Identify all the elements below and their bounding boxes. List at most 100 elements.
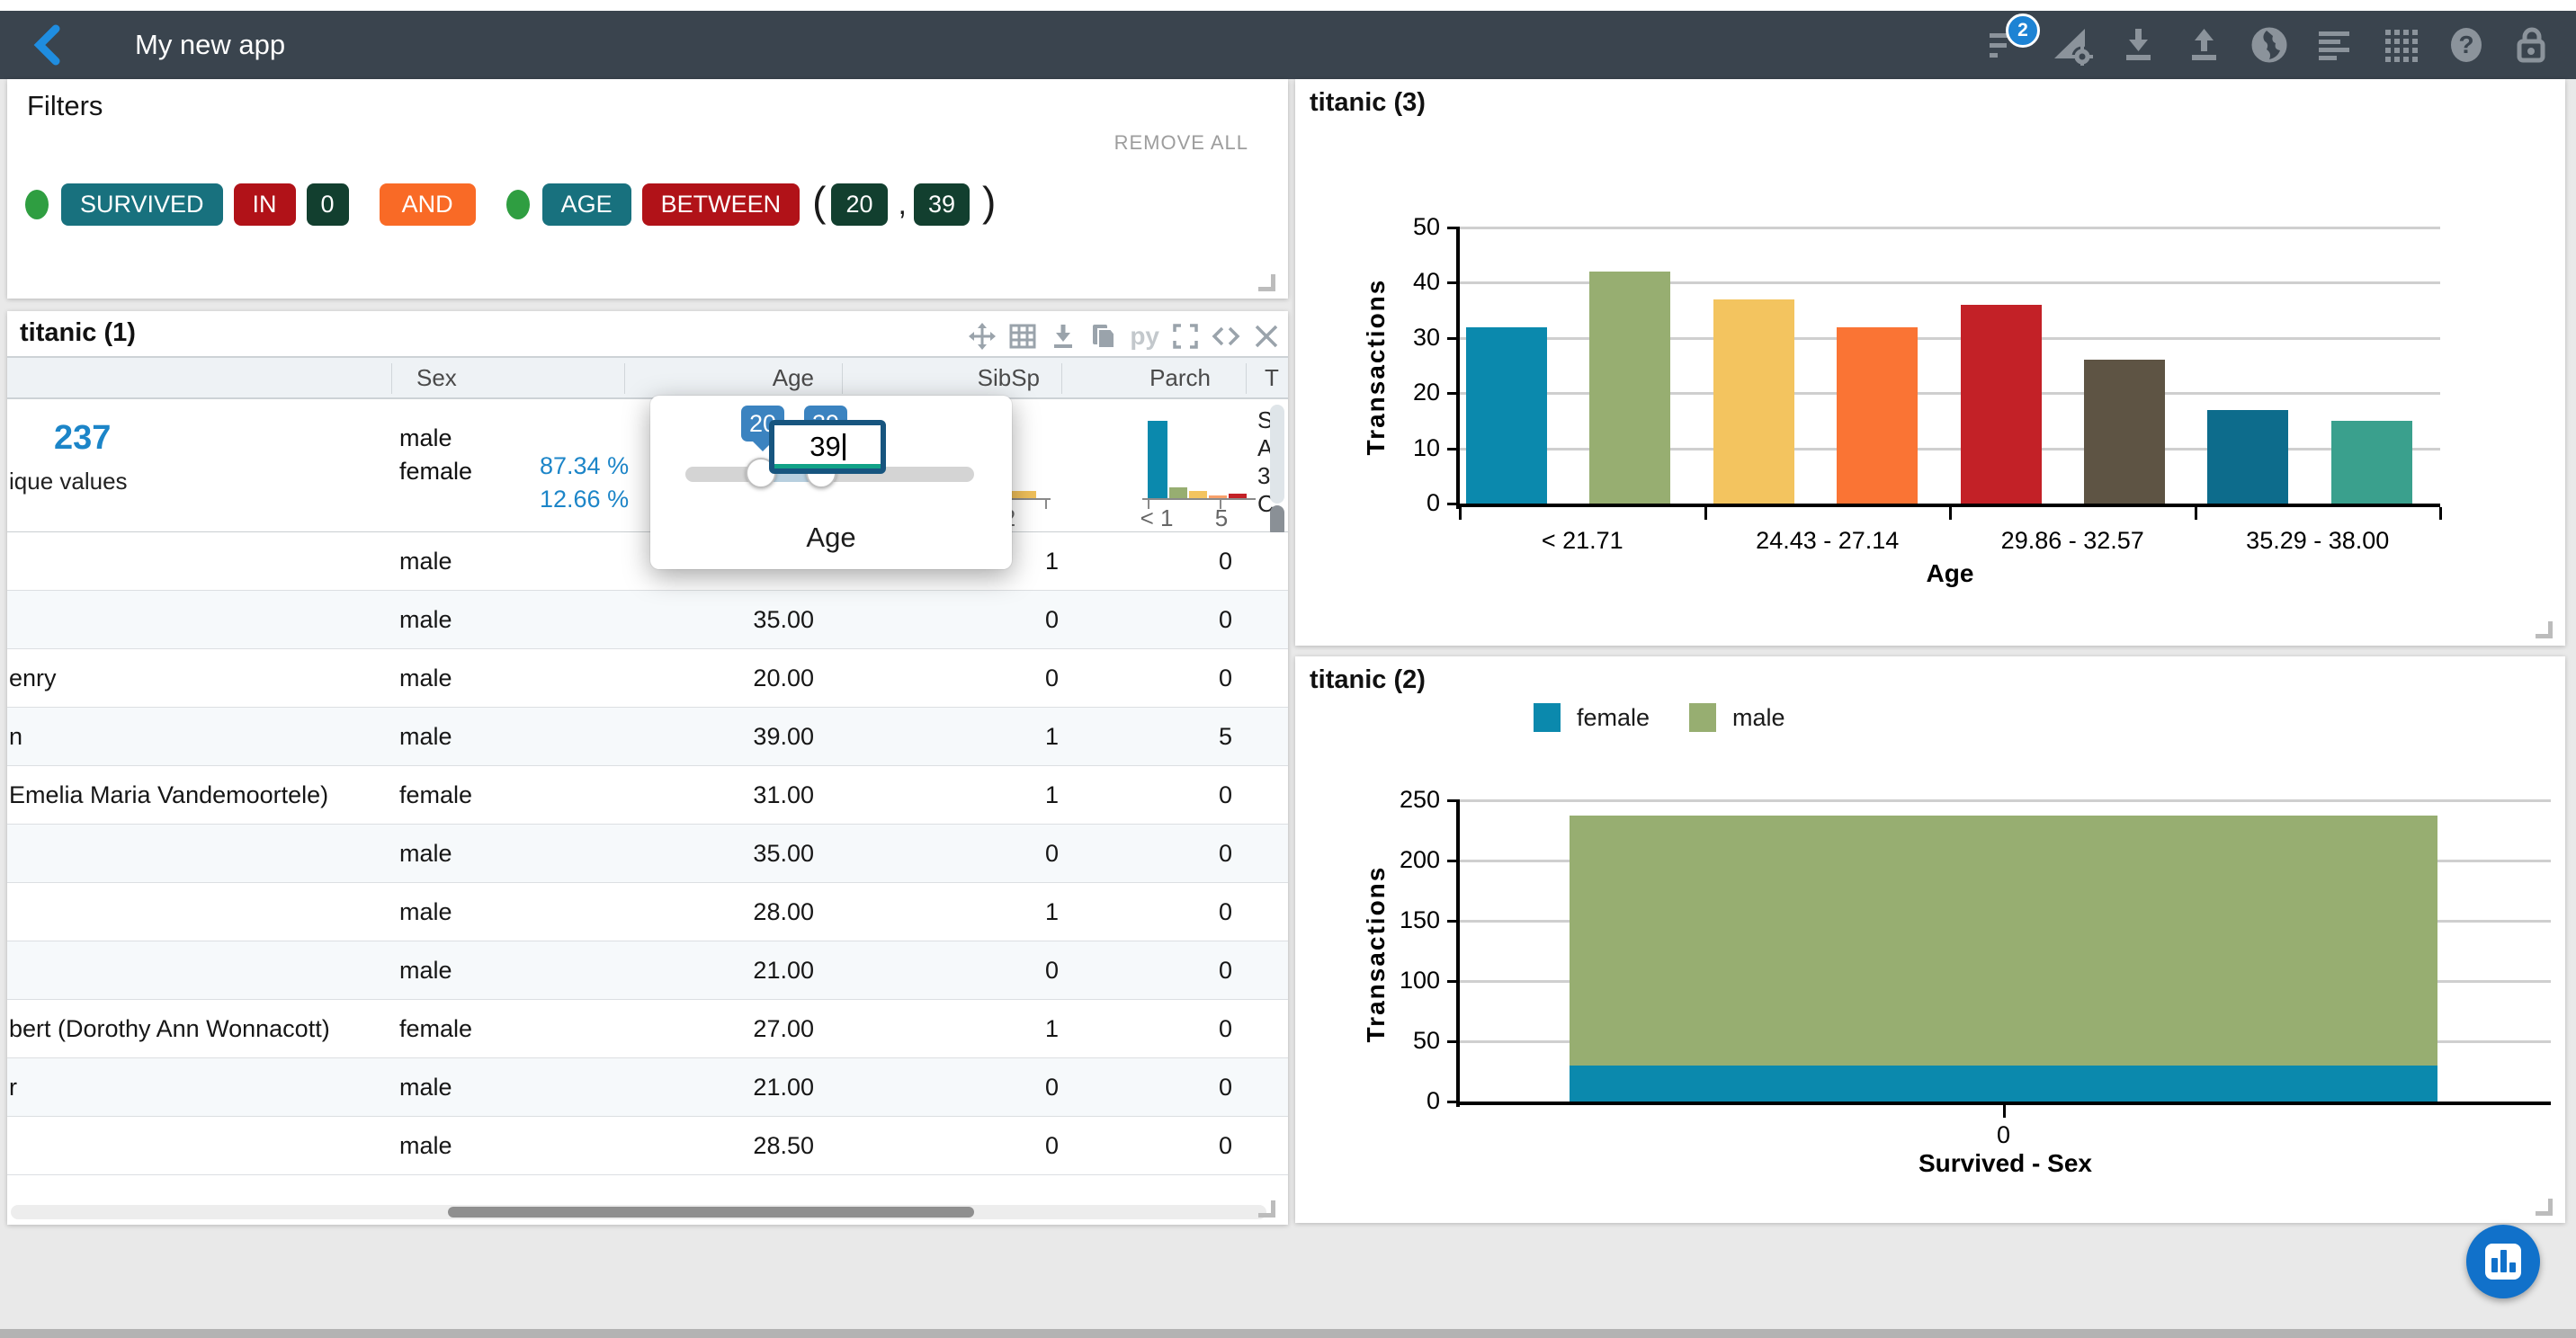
- column-divider: [391, 363, 392, 394]
- table-view-icon[interactable]: [1008, 322, 1037, 351]
- x-axis-tick: [1704, 507, 1707, 520]
- table-cell: 0: [1061, 532, 1232, 591]
- table-cell: 0: [1061, 1117, 1232, 1175]
- copy-icon[interactable]: [1089, 322, 1118, 351]
- download-data-icon[interactable]: [1049, 322, 1078, 351]
- column-divider: [842, 363, 843, 394]
- column-divider: [1246, 363, 1247, 394]
- expand-icon[interactable]: [1171, 322, 1200, 351]
- x-axis-tick: [2195, 507, 2197, 520]
- filter-chip-39[interactable]: 39: [914, 183, 970, 226]
- table-cell: 39.00: [624, 708, 814, 766]
- sex-stat-label: female: [399, 458, 472, 485]
- table-cell: male: [399, 708, 615, 766]
- survived-sex-stacked-chart: 0501001502002500Survived - Sex: [1295, 656, 2565, 1223]
- python-export-icon[interactable]: py: [1130, 322, 1159, 351]
- filter-chip-0[interactable]: 0: [307, 183, 349, 226]
- table-cell: 0: [1061, 1058, 1232, 1117]
- text-cursor: [843, 433, 845, 460]
- histogram-bar[interactable]: [1466, 327, 1547, 504]
- table-cell: 35.00: [624, 825, 814, 883]
- grid-dots-icon[interactable]: [2380, 24, 2421, 66]
- upload-icon[interactable]: [2183, 24, 2224, 66]
- table-cell: 1: [842, 766, 1059, 825]
- table-cell: 0: [1061, 883, 1232, 941]
- chart-settings-icon[interactable]: [2052, 24, 2093, 66]
- y-tick-label: 0: [1368, 1087, 1440, 1115]
- filter-chip-survived[interactable]: SURVIVED: [61, 183, 223, 226]
- topbar-icon-group: 2: [1986, 11, 2553, 79]
- filter-chip-in[interactable]: IN: [234, 183, 296, 226]
- filter-comma: ,: [899, 187, 907, 222]
- column-divider: [624, 363, 625, 394]
- app-window: My new app 2: [0, 0, 2576, 1338]
- column-header-sibsp[interactable]: SibSp: [842, 358, 1040, 397]
- x-axis-tick: [1459, 507, 1462, 520]
- table-cell: [9, 883, 387, 941]
- filter-chip-20[interactable]: 20: [831, 183, 887, 226]
- panel-resize-handle[interactable]: [1258, 274, 1275, 291]
- filter-paren: ): [982, 177, 996, 226]
- table-cell: 31.00: [624, 766, 814, 825]
- table-header-row: Sex Age SibSp Parch T: [7, 356, 1288, 399]
- stacked-bar-segment-male[interactable]: [1570, 816, 2437, 1065]
- histogram-bar[interactable]: [2207, 410, 2288, 504]
- sex-stat-line: male87.34 %: [399, 424, 669, 452]
- range-value-input[interactable]: 39: [769, 420, 886, 474]
- app-title: My new app: [135, 11, 285, 79]
- table-cell: 0: [842, 1117, 1059, 1175]
- filter-active-dot: [25, 190, 49, 219]
- age-histogram-chart: 01020304050< 21.7124.43 - 27.1429.86 - 3…: [1295, 79, 2565, 646]
- column-header-sex[interactable]: Sex: [416, 358, 457, 397]
- horizontal-scrollbar-thumb[interactable]: [448, 1207, 974, 1218]
- table-cell: 0: [1061, 825, 1232, 883]
- panel-resize-handle[interactable]: [1258, 1200, 1275, 1218]
- table-cell: male: [399, 591, 615, 649]
- table-cell: 1: [842, 708, 1059, 766]
- histogram-bar[interactable]: [2331, 421, 2412, 504]
- unique-values-count: 237: [54, 419, 111, 458]
- table-cell: 0: [1061, 1000, 1232, 1058]
- help-icon[interactable]: ?: [2446, 24, 2487, 66]
- table-cell: 28.00: [624, 883, 814, 941]
- x-tick-label: 0: [1914, 1121, 2094, 1149]
- stacked-bar-segment-female[interactable]: [1570, 1066, 2437, 1102]
- back-button[interactable]: [27, 23, 70, 67]
- filter-paren: (: [812, 177, 826, 226]
- panel-resize-handle[interactable]: [2536, 621, 2553, 638]
- table-cell: male: [399, 941, 615, 1000]
- download-icon[interactable]: [2117, 24, 2159, 66]
- add-chart-fab[interactable]: [2466, 1225, 2540, 1298]
- range-input-value: 39: [809, 431, 840, 462]
- spark-bar: [1148, 421, 1167, 498]
- panel-resize-handle[interactable]: [2536, 1199, 2553, 1216]
- code-icon[interactable]: [1212, 322, 1240, 351]
- table-cell: 0: [842, 825, 1059, 883]
- histogram-bar[interactable]: [2084, 360, 2165, 504]
- table-cell: 27.00: [624, 1000, 814, 1058]
- histogram-bar[interactable]: [1589, 272, 1670, 504]
- align-left-icon[interactable]: [2314, 24, 2356, 66]
- column-header-age[interactable]: Age: [624, 358, 814, 397]
- remove-all-filters-button[interactable]: REMOVE ALL: [1114, 131, 1248, 155]
- table-cell: 20.00: [624, 649, 814, 708]
- filter-list-icon[interactable]: 2: [1986, 24, 2027, 66]
- filter-chip-age[interactable]: AGE: [542, 183, 631, 226]
- column-header-ticket[interactable]: T: [1265, 358, 1279, 397]
- vertical-scrollbar-track[interactable]: [1270, 405, 1284, 504]
- move-panel-icon[interactable]: [968, 322, 997, 351]
- filters-panel: Filters REMOVE ALL SURVIVEDIN0ANDAGEBETW…: [7, 79, 1288, 299]
- gridline: [1460, 227, 2440, 229]
- slider-field-label: Age: [650, 522, 1012, 554]
- histogram-bar[interactable]: [1961, 305, 2042, 504]
- filter-chip-between[interactable]: BETWEEN: [642, 183, 801, 226]
- y-tick-label: 50: [1368, 213, 1440, 241]
- column-header-parch[interactable]: Parch: [1061, 358, 1211, 397]
- histogram-bar[interactable]: [1713, 299, 1794, 504]
- close-panel-icon[interactable]: [1252, 322, 1281, 351]
- globe-icon[interactable]: [2249, 24, 2290, 66]
- filter-chip-and[interactable]: AND: [380, 183, 476, 226]
- table-row: male28.5000: [7, 1117, 1288, 1175]
- unlock-icon[interactable]: [2511, 24, 2553, 66]
- histogram-bar[interactable]: [1837, 327, 1918, 504]
